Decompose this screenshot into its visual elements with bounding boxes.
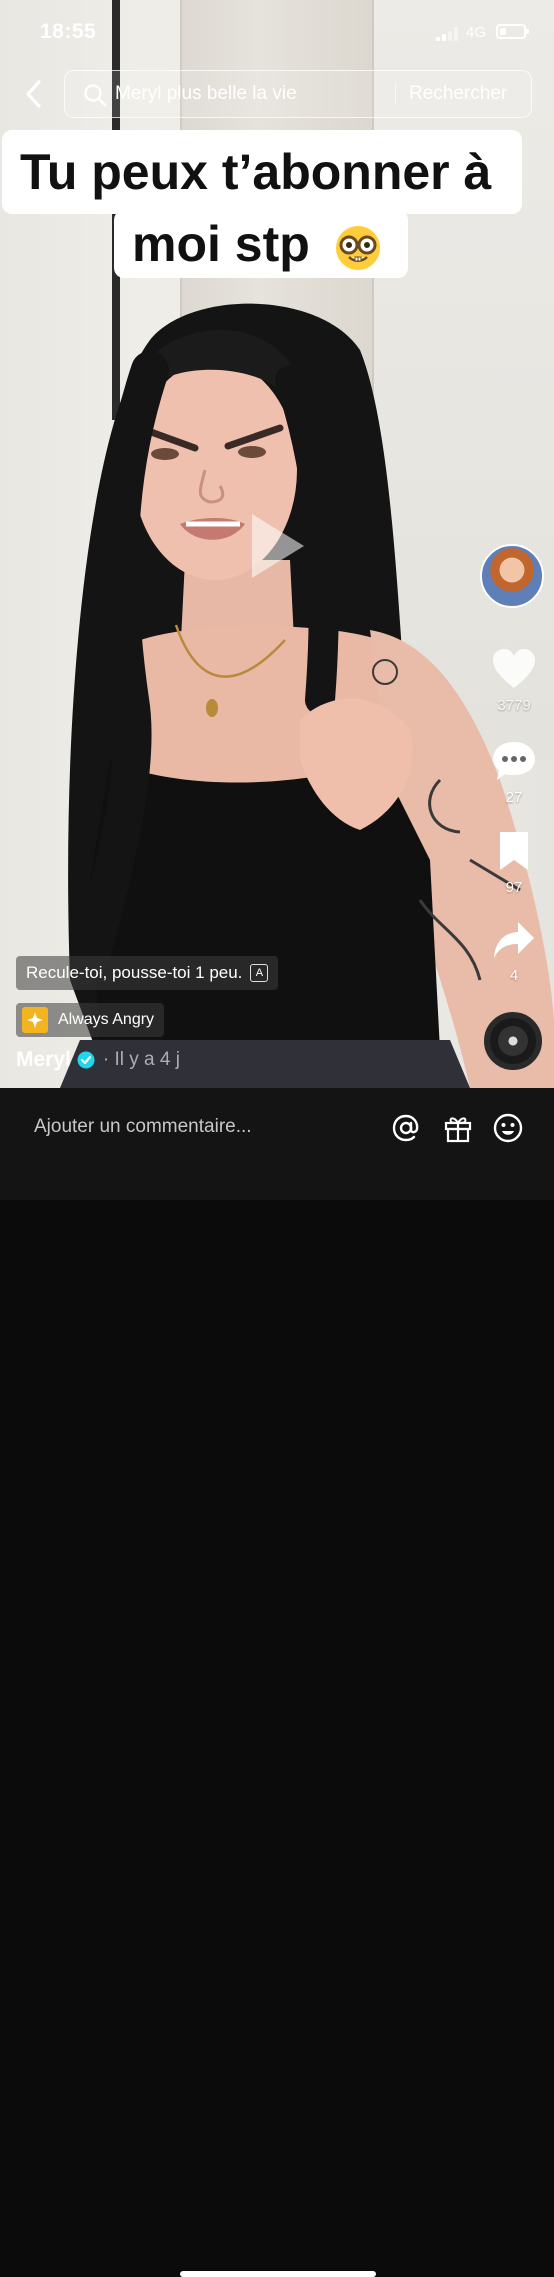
network-type: 4G — [466, 24, 487, 41]
home-indicator — [180, 2271, 376, 2277]
creator-info: Meryl · Il y a 4 j — [16, 1048, 180, 1072]
caption-text-1: Tu peux t’abonner à — [20, 144, 492, 200]
nerd-face-emoji-icon — [335, 225, 380, 270]
caption-sticker-line-2: moi stp — [114, 210, 408, 278]
caption-text-2: moi stp — [132, 216, 310, 272]
emoji-icon[interactable] — [492, 1112, 524, 1144]
share-button[interactable]: 4 — [486, 920, 542, 984]
search-divider — [395, 83, 396, 105]
like-button[interactable]: 3779 — [486, 648, 542, 714]
caption-sticker-line-1: Tu peux t’abonner à — [2, 130, 522, 214]
share-count: 4 — [509, 967, 519, 984]
share-arrow-icon — [494, 922, 534, 958]
mention-icon[interactable] — [390, 1112, 422, 1144]
post-timestamp: · Il y a 4 j — [102, 1049, 180, 1070]
status-time: 18:55 — [40, 20, 97, 43]
comment-bubble-icon — [493, 742, 535, 780]
auto-caption-text: Recule-toi, pousse-toi 1 peu. — [26, 963, 243, 982]
back-button[interactable] — [18, 78, 48, 110]
auto-caption[interactable]: Recule-toi, pousse-toi 1 peu. A — [16, 956, 279, 990]
chevron-left-icon — [26, 80, 41, 108]
comment-count: 27 — [505, 789, 523, 806]
gift-icon[interactable] — [442, 1112, 474, 1144]
effect-name: Always Angry — [58, 1011, 155, 1028]
search-input[interactable]: Meryl plus belle la vie — [115, 83, 297, 105]
creator-username[interactable]: Meryl — [16, 1048, 71, 1072]
battery-icon — [496, 24, 529, 39]
save-count: 97 — [505, 879, 523, 896]
search-submit-button[interactable]: Rechercher — [409, 83, 507, 105]
music-disc-icon — [498, 1026, 528, 1056]
comment-button[interactable]: 27 — [486, 740, 542, 806]
signal-icon — [436, 27, 462, 41]
save-button[interactable]: 97 — [486, 830, 542, 896]
heart-icon — [493, 649, 535, 688]
like-count: 3779 — [497, 697, 531, 714]
sound-disc-button[interactable] — [484, 1012, 542, 1070]
bookmark-icon — [500, 832, 528, 870]
translate-icon[interactable]: A — [250, 964, 269, 982]
search-bar[interactable]: Meryl plus belle la vie Rechercher — [64, 70, 532, 118]
effect-tag[interactable]: Always Angry — [16, 1003, 165, 1037]
status-bar: 18:55 4G — [0, 0, 554, 64]
verified-badge-icon — [77, 1051, 95, 1069]
creator-avatar[interactable] — [480, 544, 544, 608]
search-icon — [84, 84, 107, 107]
effect-sparkle-icon — [22, 1007, 48, 1033]
play-icon[interactable] — [248, 510, 308, 582]
battery-level — [500, 28, 506, 35]
comment-input[interactable]: Ajouter un commentaire... — [34, 1116, 252, 1138]
comment-bar: Ajouter un commentaire... — [0, 1088, 554, 2277]
